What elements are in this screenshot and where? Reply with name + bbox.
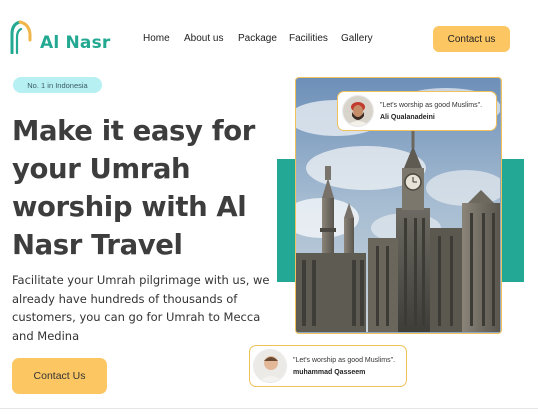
hero-title: Make it easy for your Umrah worship with…	[12, 115, 255, 261]
testimonial-card: "Let's worship as good Muslims". muhamma…	[249, 345, 407, 387]
man-avatar	[342, 95, 374, 127]
decor-band-right	[501, 159, 524, 282]
testimonial-author: Ali Qualanadeini	[380, 113, 435, 121]
contact-us-button[interactable]: Contact us	[433, 26, 510, 52]
testimonial-author: muhammad Qasseem	[293, 368, 366, 376]
hero-description: Facilitate your Umrah pilgrimage with us…	[12, 273, 270, 343]
nav-item-package[interactable]: Package	[238, 33, 277, 44]
hero-contact-button[interactable]: Contact Us	[12, 358, 107, 394]
testimonial-card: "Let's worship as good Muslims". Ali Qua…	[337, 91, 497, 131]
nav-item-gallery[interactable]: Gallery	[341, 33, 373, 44]
arch-logo-icon	[10, 20, 32, 54]
nav-item-facilities[interactable]: Facilities	[289, 33, 328, 44]
testimonial-quote: "Let's worship as good Muslims".	[380, 101, 483, 109]
brand-logo[interactable]: Al Nasr	[10, 20, 111, 54]
child-avatar	[253, 349, 287, 383]
testimonial-quote: "Let's worship as good Muslims".	[293, 356, 396, 364]
nav-item-about[interactable]: About us	[184, 33, 223, 44]
section-divider	[0, 408, 538, 409]
rank-badge: No. 1 in Indonesia	[13, 77, 102, 93]
nav-item-home[interactable]: Home	[143, 33, 170, 44]
brand-name: Al Nasr	[40, 33, 111, 53]
decor-band-left	[277, 159, 297, 282]
